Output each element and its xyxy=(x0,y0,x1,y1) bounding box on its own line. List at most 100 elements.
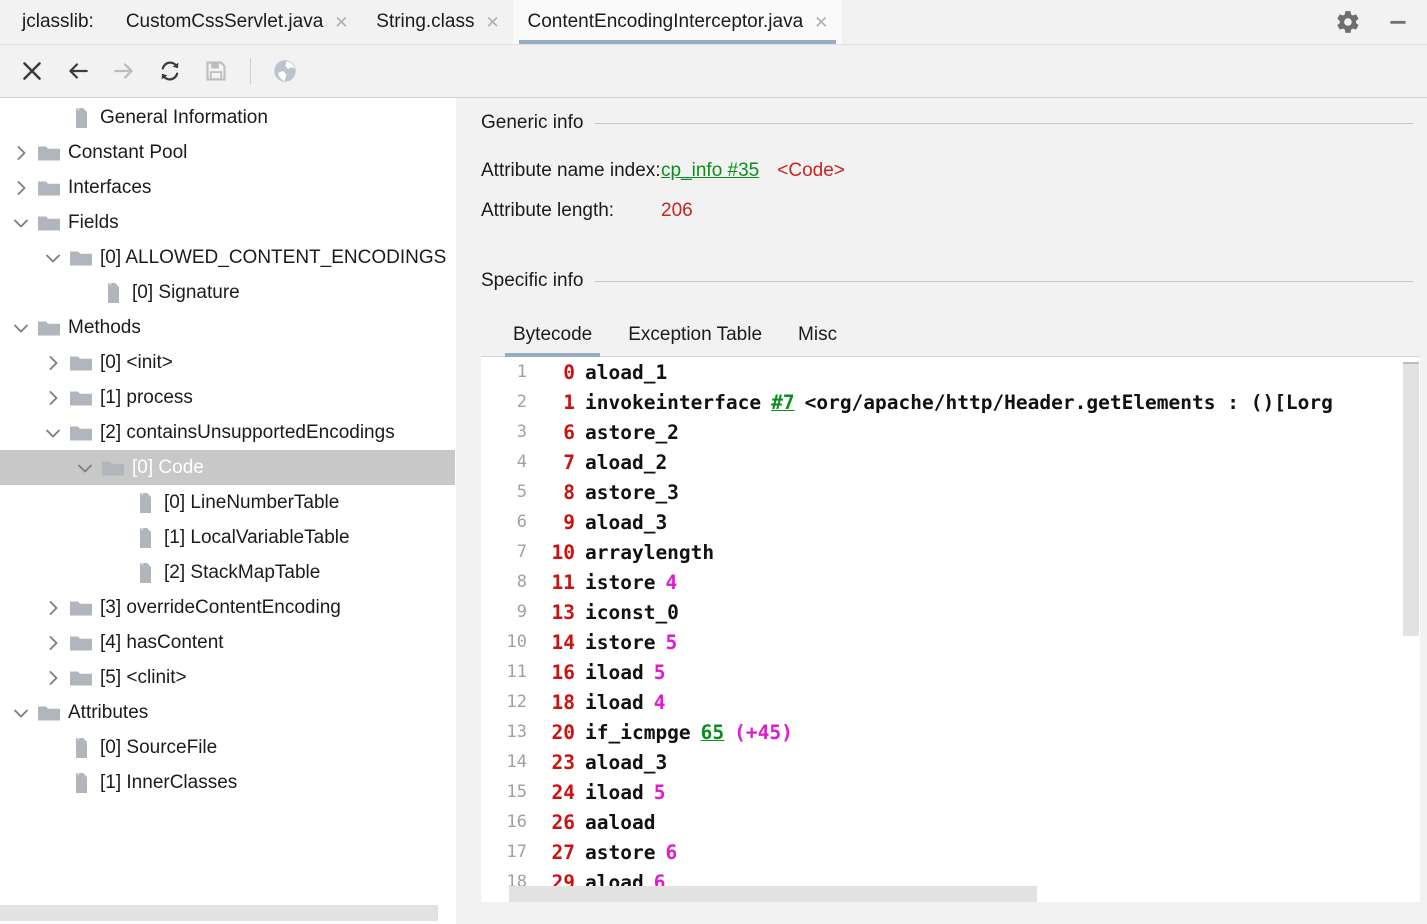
tab-content-encoding-interceptor[interactable]: ContentEncodingInterceptor.java ✕ xyxy=(513,0,842,44)
tree-item[interactable]: [2] containsUnsupportedEncodings xyxy=(0,415,455,450)
close-icon[interactable]: ✕ xyxy=(485,14,499,31)
tree-collapse-toggle[interactable] xyxy=(8,317,34,339)
reload-button[interactable] xyxy=(148,51,192,91)
document-icon xyxy=(104,282,122,304)
tab-misc[interactable]: Misc xyxy=(780,324,855,356)
tree-horizontal-scrollbar[interactable] xyxy=(0,902,455,924)
tree-item[interactable]: Methods xyxy=(0,310,455,345)
bytecode-offset: 6 xyxy=(541,421,575,444)
bytecode-line[interactable]: 1320if_icmpge65(+45) xyxy=(481,717,1420,747)
tree-collapse-toggle[interactable] xyxy=(40,422,66,444)
tree-expand-toggle[interactable] xyxy=(8,177,34,199)
bytecode-offset: 27 xyxy=(541,841,575,864)
tree-expand-toggle[interactable] xyxy=(40,387,66,409)
bytecode-vertical-scrollbar[interactable] xyxy=(1402,357,1420,902)
tree-collapse-toggle[interactable] xyxy=(40,247,66,269)
document-icon xyxy=(136,492,154,514)
bytecode-line[interactable]: 10aload_1 xyxy=(481,357,1420,387)
close-icon[interactable]: ✕ xyxy=(814,14,828,31)
bytecode-viewer[interactable]: 10aload_121invokeinterface#7<org/apache/… xyxy=(481,357,1420,902)
bytecode-horizontal-scrollbar[interactable] xyxy=(481,886,1402,902)
split-divider[interactable] xyxy=(456,98,463,924)
chevron-down-icon xyxy=(42,247,64,269)
tree-item[interactable]: Interfaces xyxy=(0,170,455,205)
bytecode-line[interactable]: 1218iload4 xyxy=(481,687,1420,717)
folder-icon xyxy=(37,703,61,723)
bytecode-line[interactable]: 21invokeinterface#7<org/apache/http/Head… xyxy=(481,387,1420,417)
tree-item[interactable]: [0] ALLOWED_CONTENT_ENCODINGS xyxy=(0,240,455,275)
bytecode-line[interactable]: 1423aload_3 xyxy=(481,747,1420,777)
jclasslib-window: jclasslib: CustomCssServlet.java ✕ Strin… xyxy=(0,0,1427,924)
tab-bytecode[interactable]: Bytecode xyxy=(495,324,610,356)
tree-item[interactable]: [5] <clinit> xyxy=(0,660,455,695)
tree-item[interactable]: [0] Signature xyxy=(0,275,455,310)
minimize-button[interactable] xyxy=(1383,7,1413,37)
tree-item-label: [1] InnerClasses xyxy=(100,773,237,792)
tree-expand-toggle[interactable] xyxy=(40,632,66,654)
bytecode-line[interactable]: 1014istore5 xyxy=(481,627,1420,657)
scrollbar-thumb[interactable] xyxy=(509,886,1037,902)
class-structure-tree-panel: General Information Constant Pool Interfac… xyxy=(0,98,456,924)
tree-collapse-toggle[interactable] xyxy=(8,702,34,724)
bytecode-line[interactable]: 47aload_2 xyxy=(481,447,1420,477)
tab-custom-css-servlet[interactable]: CustomCssServlet.java ✕ xyxy=(112,0,362,44)
settings-gear-button[interactable] xyxy=(1333,7,1363,37)
tree-item[interactable]: Attributes xyxy=(0,695,455,730)
bytecode-line[interactable]: 913iconst_0 xyxy=(481,597,1420,627)
tree-collapse-toggle[interactable] xyxy=(72,457,98,479)
document-icon xyxy=(66,772,96,794)
back-button[interactable] xyxy=(56,51,100,91)
heading-rule xyxy=(595,281,1413,282)
close-button[interactable] xyxy=(10,51,54,91)
bytecode-line[interactable]: 69aload_3 xyxy=(481,507,1420,537)
bytecode-operand-link[interactable]: 65 xyxy=(701,721,724,744)
tab-string-class[interactable]: String.class ✕ xyxy=(362,0,513,44)
browse-web-button xyxy=(263,51,307,91)
folder-icon xyxy=(69,388,93,408)
tree-item[interactable]: [0] <init> xyxy=(0,345,455,380)
bytecode-line[interactable]: 1626aaload xyxy=(481,807,1420,837)
toolbar-separator xyxy=(250,58,251,84)
tree-item-label: Constant Pool xyxy=(68,143,187,162)
class-structure-tree[interactable]: General Information Constant Pool Interfac… xyxy=(0,98,455,902)
bytecode-operand-link[interactable]: #7 xyxy=(771,391,794,414)
bytecode-mnemonic: aload_3 xyxy=(585,751,667,774)
bytecode-line[interactable]: 710arraylength xyxy=(481,537,1420,567)
tree-item[interactable]: [3] overrideContentEncoding xyxy=(0,590,455,625)
tab-exception-table[interactable]: Exception Table xyxy=(610,324,780,356)
close-icon[interactable]: ✕ xyxy=(334,14,348,31)
tree-item[interactable]: [0] LineNumberTable xyxy=(0,485,455,520)
tree-collapse-toggle[interactable] xyxy=(8,212,34,234)
folder-icon xyxy=(69,423,93,443)
tree-item[interactable]: [1] LocalVariableTable xyxy=(0,520,455,555)
tree-item[interactable]: [0] SourceFile xyxy=(0,730,455,765)
bytecode-line[interactable]: 1727astore6 xyxy=(481,837,1420,867)
tree-item[interactable]: [4] hasContent xyxy=(0,625,455,660)
bytecode-mnemonic: aload_3 xyxy=(585,511,667,534)
tree-expand-toggle[interactable] xyxy=(40,352,66,374)
scrollbar-thumb[interactable] xyxy=(0,905,438,921)
bytecode-line[interactable]: 1524iload5 xyxy=(481,777,1420,807)
tree-expand-toggle[interactable] xyxy=(40,597,66,619)
tree-item[interactable]: [1] InnerClasses xyxy=(0,765,455,800)
bytecode-line[interactable]: 1116iload5 xyxy=(481,657,1420,687)
tree-expand-toggle[interactable] xyxy=(40,667,66,689)
tree-item[interactable]: General Information xyxy=(0,100,455,135)
tree-item[interactable]: Constant Pool xyxy=(0,135,455,170)
tree-item[interactable]: [2] StackMapTable xyxy=(0,555,455,590)
folder-icon xyxy=(66,633,96,653)
scrollbar-thumb[interactable] xyxy=(1403,362,1419,636)
bytecode-line[interactable]: 811istore4 xyxy=(481,567,1420,597)
bytecode-line[interactable]: 36astore_2 xyxy=(481,417,1420,447)
document-icon xyxy=(72,772,90,794)
tree-item[interactable]: Fields xyxy=(0,205,455,240)
tree-expand-toggle[interactable] xyxy=(8,142,34,164)
bytecode-line[interactable]: 58astore_3 xyxy=(481,477,1420,507)
tree-item-label: [4] hasContent xyxy=(100,633,224,652)
tree-item-label: General Information xyxy=(100,108,268,127)
folder-icon xyxy=(34,178,64,198)
tree-item[interactable]: [1] process xyxy=(0,380,455,415)
cp-info-link[interactable]: cp_info #35 xyxy=(661,160,759,182)
bytecode-offset: 16 xyxy=(541,661,575,684)
tree-item[interactable]: [0] Code xyxy=(0,450,455,485)
